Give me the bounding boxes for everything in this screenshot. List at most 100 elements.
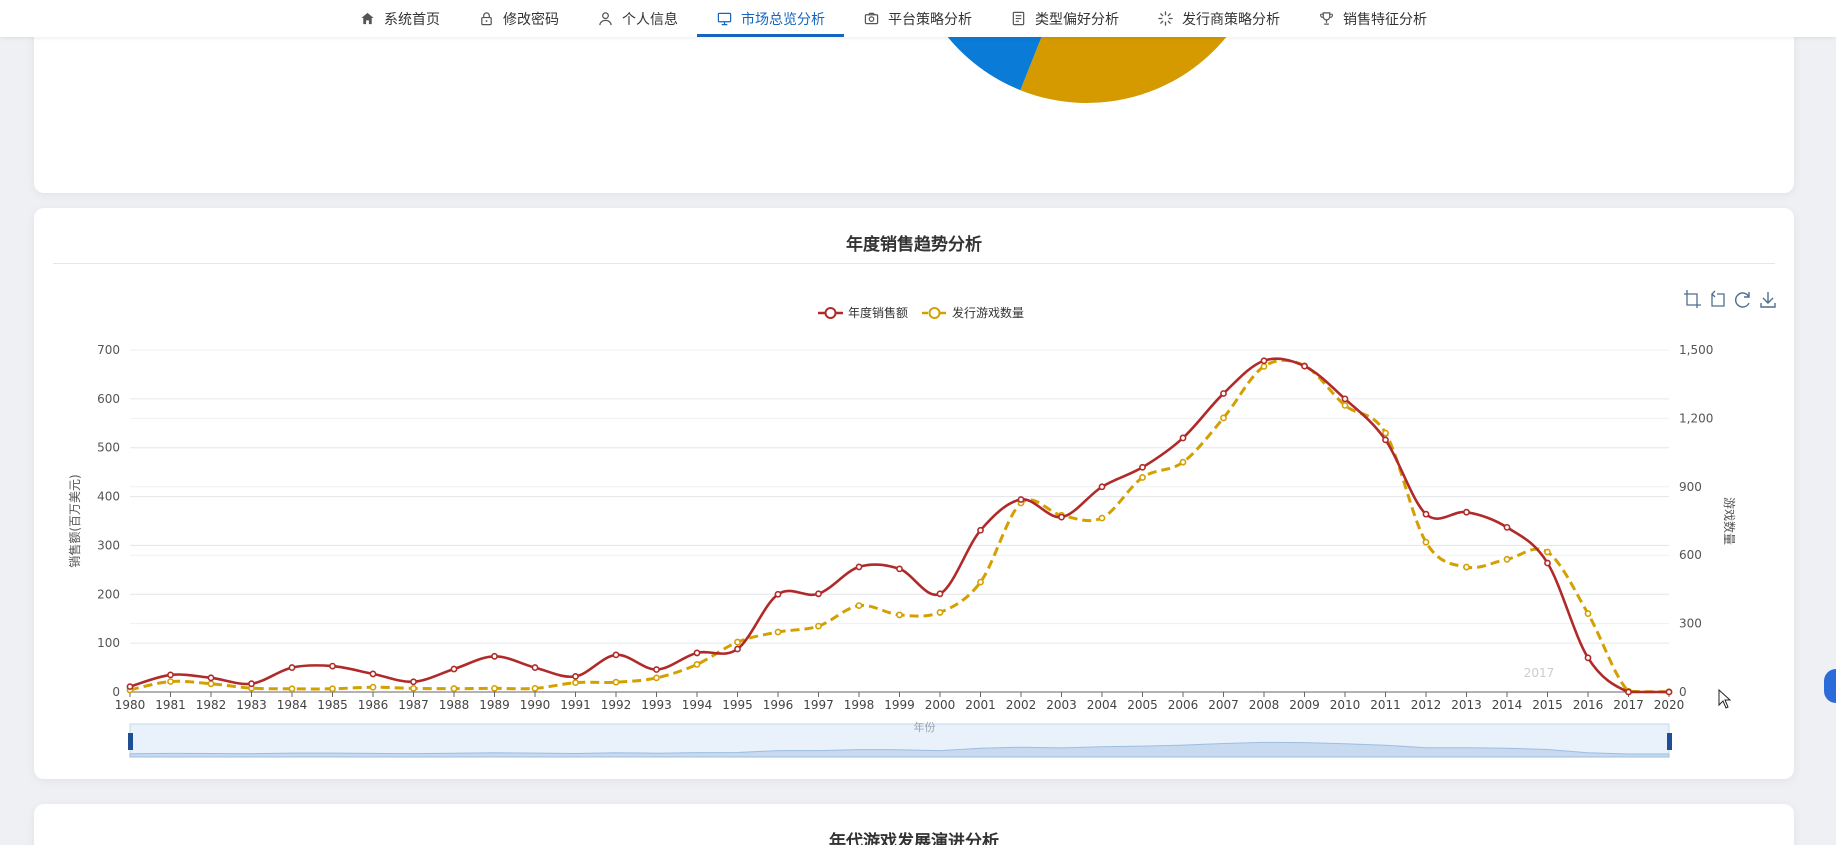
data-point[interactable]	[1058, 513, 1065, 521]
data-point[interactable]	[977, 526, 984, 534]
nav-item-0[interactable]: 系统首页	[340, 0, 459, 37]
legend-marker[interactable]	[824, 307, 837, 319]
data-point[interactable]	[734, 638, 741, 646]
data-point[interactable]	[410, 678, 417, 686]
data-point[interactable]	[207, 680, 215, 688]
data-point[interactable]	[167, 671, 174, 679]
data-point[interactable]	[329, 662, 336, 670]
data-point[interactable]	[1422, 510, 1430, 518]
data-point[interactable]	[1220, 414, 1227, 422]
data-point[interactable]	[936, 609, 944, 616]
data-point[interactable]	[491, 684, 498, 692]
nav-item-3[interactable]: 市场总览分析	[697, 0, 844, 37]
zoom-select-icon[interactable]	[1684, 290, 1701, 308]
data-point[interactable]	[369, 670, 377, 678]
data-point[interactable]	[1260, 363, 1268, 370]
data-point[interactable]	[1382, 429, 1389, 437]
nav-item-2[interactable]: 个人信息	[578, 0, 697, 37]
legend-marker[interactable]	[928, 307, 941, 319]
data-point[interactable]	[653, 674, 660, 682]
data-point[interactable]	[1584, 610, 1592, 617]
data-point[interactable]	[1098, 514, 1106, 522]
data-point[interactable]	[1220, 390, 1227, 397]
data-point[interactable]	[207, 674, 215, 682]
data-point[interactable]	[410, 684, 417, 692]
data-point[interactable]	[531, 664, 539, 671]
data-point[interactable]	[1625, 688, 1632, 696]
data-point[interactable]	[248, 680, 255, 688]
data-point[interactable]	[815, 622, 822, 630]
restore-icon[interactable]	[1734, 292, 1750, 308]
datazoom-handle-right[interactable]	[1667, 733, 1672, 750]
data-point[interactable]	[1463, 508, 1470, 516]
x-tick-label: 2010	[1330, 698, 1361, 712]
series-line-0[interactable]	[129, 357, 1669, 694]
x-tick-label: 2005	[1127, 698, 1158, 712]
data-point[interactable]	[1382, 436, 1389, 444]
data-point[interactable]	[126, 683, 134, 691]
data-point[interactable]	[936, 590, 944, 598]
nav-item-6[interactable]: 发行商策略分析	[1138, 0, 1299, 37]
data-point[interactable]	[855, 563, 863, 571]
data-point[interactable]	[896, 565, 903, 573]
series-line-1[interactable]	[129, 358, 1670, 694]
data-point[interactable]	[1544, 548, 1551, 556]
data-point[interactable]	[1422, 538, 1430, 546]
nav-item-1[interactable]: 修改密码	[459, 0, 578, 37]
legend-label[interactable]: 年度销售额	[848, 305, 908, 320]
data-point[interactable]	[1179, 458, 1187, 466]
nav-item-7[interactable]: 销售特征分析	[1299, 0, 1446, 37]
data-point[interactable]	[288, 664, 296, 671]
data-point[interactable]	[1098, 483, 1106, 491]
annual-sales-trend-card: 年度销售趋势分析 0 100 200 300 400 500 600 700 0 300 600 90…	[34, 208, 1794, 779]
nav-item-label: 个人信息	[622, 11, 678, 28]
download-icon[interactable]	[1760, 292, 1776, 308]
data-point[interactable]	[612, 678, 620, 686]
data-point[interactable]	[1665, 688, 1673, 696]
datazoom-hover-label: 2017	[1524, 666, 1555, 680]
data-point[interactable]	[369, 683, 377, 691]
zoom-reset-icon[interactable]	[1711, 290, 1725, 307]
data-point[interactable]	[774, 590, 782, 598]
data-point[interactable]	[774, 628, 782, 636]
data-point[interactable]	[1301, 362, 1308, 370]
data-point[interactable]	[450, 685, 458, 692]
x-tick-label: 1984	[277, 698, 308, 712]
data-point[interactable]	[1584, 654, 1592, 662]
legend-label[interactable]: 发行游戏数量	[952, 305, 1024, 320]
data-point[interactable]	[896, 611, 903, 619]
datazoom-handle-left[interactable]	[128, 733, 133, 750]
data-point[interactable]	[572, 672, 579, 680]
data-point[interactable]	[329, 685, 336, 693]
data-point[interactable]	[1139, 463, 1146, 471]
data-point[interactable]	[1341, 395, 1349, 403]
data-point[interactable]	[612, 651, 620, 659]
pie-chart-fragment	[937, 10, 1236, 103]
data-point[interactable]	[531, 684, 539, 692]
data-point[interactable]	[1463, 563, 1470, 571]
data-point[interactable]	[288, 685, 296, 693]
data-point[interactable]	[1260, 357, 1268, 365]
floating-action-button[interactable]	[1824, 669, 1836, 703]
data-point[interactable]	[653, 666, 660, 673]
data-point[interactable]	[1503, 555, 1511, 563]
data-point[interactable]	[572, 679, 579, 687]
data-point[interactable]	[450, 665, 458, 673]
data-point[interactable]	[855, 602, 863, 609]
data-point[interactable]	[1139, 474, 1146, 481]
data-point[interactable]	[977, 578, 984, 586]
data-point[interactable]	[734, 645, 741, 653]
data-point[interactable]	[1017, 496, 1025, 503]
data-point[interactable]	[1179, 434, 1187, 442]
data-point[interactable]	[693, 661, 701, 668]
data-point[interactable]	[491, 652, 498, 660]
data-point[interactable]	[1503, 523, 1511, 531]
data-point[interactable]	[815, 590, 822, 598]
nav-item-4[interactable]: 平台策略分析	[844, 0, 991, 37]
nav-item-5[interactable]: 类型偏好分析	[991, 0, 1138, 37]
data-point[interactable]	[1544, 559, 1551, 567]
data-point[interactable]	[167, 678, 174, 685]
data-point[interactable]	[693, 649, 701, 657]
data-point[interactable]	[1341, 402, 1349, 409]
x-tick-label: 1982	[196, 698, 227, 712]
